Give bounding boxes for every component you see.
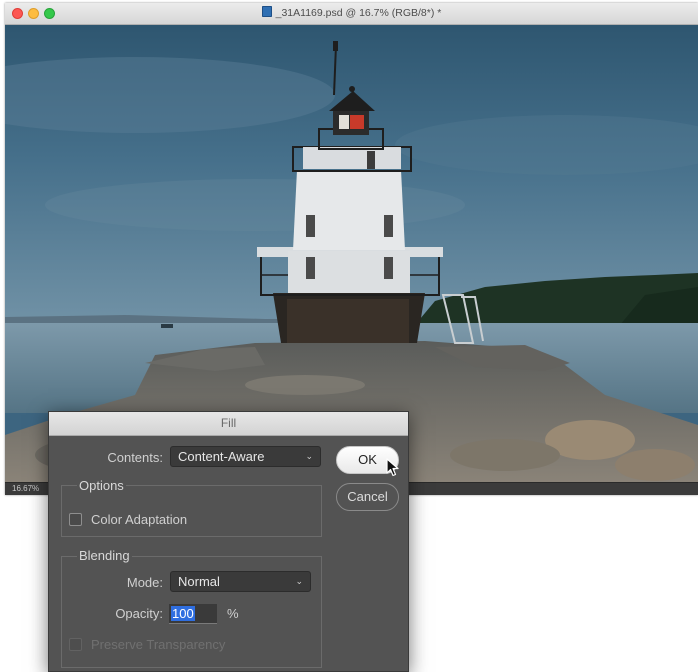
dialog-title[interactable]: Fill <box>49 412 408 436</box>
mode-label: Mode: <box>126 575 163 590</box>
options-group-title: Options <box>77 478 126 493</box>
opacity-value: 100 <box>171 606 195 621</box>
color-adaptation-checkbox[interactable] <box>69 513 82 526</box>
window-title-text: _31A1169.psd @ 16.7% (RGB/8*) * <box>275 7 442 19</box>
opacity-label: Opacity: <box>115 606 163 621</box>
contents-value: Content-Aware <box>178 449 265 464</box>
fill-dialog: Fill Contents: Content-Aware ⌄ OK Cancel… <box>48 411 409 672</box>
preserve-transparency-checkbox[interactable] <box>69 638 82 651</box>
window-titlebar[interactable]: _31A1169.psd @ 16.7% (RGB/8*) * <box>5 3 698 25</box>
blending-group-title: Blending <box>77 548 132 563</box>
psd-file-icon <box>261 6 272 17</box>
chevron-down-icon: ⌄ <box>305 451 313 461</box>
opacity-unit: % <box>227 606 239 621</box>
contents-label: Contents: <box>107 450 163 465</box>
preserve-transparency-label: Preserve Transparency <box>91 637 226 652</box>
cancel-button[interactable]: Cancel <box>336 483 399 511</box>
contents-select[interactable]: Content-Aware ⌄ <box>170 446 321 467</box>
zoom-readout[interactable]: 16.67% <box>12 484 39 493</box>
chevron-down-icon: ⌄ <box>295 576 303 586</box>
mouse-pointer-icon <box>386 458 399 477</box>
mode-select[interactable]: Normal ⌄ <box>170 571 311 592</box>
color-adaptation-label: Color Adaptation <box>91 512 188 527</box>
opacity-input[interactable]: 100 <box>169 604 217 624</box>
mode-value: Normal <box>178 574 220 589</box>
window-title: _31A1169.psd @ 16.7% (RGB/8*) * <box>5 6 698 19</box>
